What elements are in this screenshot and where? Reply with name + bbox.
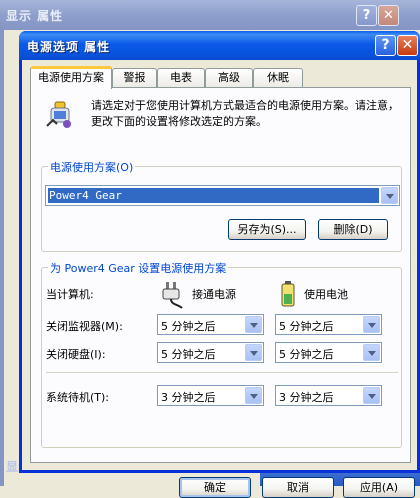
system-standby-battery-select[interactable]: 3 分钟之后 <box>275 385 382 406</box>
system-standby-battery-value: 3 分钟之后 <box>279 391 334 404</box>
hard-disk-off-battery-value: 5 分钟之后 <box>279 348 334 361</box>
power-scheme-icon <box>46 101 71 128</box>
chevron-down-icon[interactable] <box>363 344 380 361</box>
intro-text: 请选定对于您使用计算机方式最适合的电源使用方案。请注意，更改下面的设置将修改选定… <box>91 99 399 128</box>
hard-disk-off-battery-select[interactable]: 5 分钟之后 <box>275 342 382 363</box>
hard-disk-off-label: 关闭硬盘(I): <box>46 348 106 361</box>
battery-icon <box>281 281 295 307</box>
tab-alarms[interactable]: 警报 <box>112 68 157 87</box>
tab-power-schemes[interactable]: 电源使用方案 <box>30 66 112 89</box>
close-icon[interactable]: ✕ <box>378 5 399 26</box>
monitor-off-label: 关闭监视器(M): <box>46 320 123 333</box>
tab-power-meter[interactable]: 电表 <box>157 68 205 87</box>
power-scheme-select[interactable]: Power4 Gear <box>45 185 400 206</box>
monitor-off-ac-value: 5 分钟之后 <box>161 320 216 333</box>
power-scheme-group-label: 电源使用方案(O) <box>48 159 136 175</box>
ac-power-label: 接通电源 <box>192 288 236 301</box>
power-options-dialog: 电源选项 属性 ? ✕ 电源使用方案 警报 电表 高级 休眠 请选定对于您使用计… <box>19 31 420 498</box>
dialog-client-area: 电源使用方案 警报 电表 高级 休眠 请选定对于您使用计算机方式最适合的电源使用… <box>22 60 417 498</box>
system-standby-label: 系统待机(T): <box>46 391 110 404</box>
system-standby-ac-value: 3 分钟之后 <box>161 391 216 404</box>
hard-disk-off-ac-value: 5 分钟之后 <box>161 348 216 361</box>
hard-disk-off-ac-select[interactable]: 5 分钟之后 <box>157 342 264 363</box>
help-icon[interactable]: ? <box>375 35 396 56</box>
battery-power-label: 使用电池 <box>304 288 348 301</box>
settings-separator <box>46 372 398 374</box>
display-properties-title: 显示 属性 <box>6 9 64 23</box>
close-icon[interactable]: ✕ <box>397 35 418 56</box>
power-scheme-group: 电源使用方案(O) Power4 Gear 另存为(S)... 删除(D) <box>41 159 402 252</box>
power-schemes-panel: 请选定对于您使用计算机方式最适合的电源使用方案。请注意，更改下面的设置将修改选定… <box>30 87 411 463</box>
ok-button[interactable]: 确定 <box>179 477 251 498</box>
power-plug-icon <box>162 282 183 309</box>
chevron-down-icon[interactable] <box>363 387 380 404</box>
monitor-off-battery-select[interactable]: 5 分钟之后 <box>275 314 382 335</box>
chevron-down-icon[interactable] <box>363 316 380 333</box>
display-properties-titlebar: 显示 属性 ? ✕ <box>0 0 420 30</box>
delete-button[interactable]: 删除(D) <box>318 219 388 240</box>
apply-button[interactable]: 应用(A) <box>343 477 415 498</box>
monitor-off-ac-select[interactable]: 5 分钟之后 <box>157 314 264 335</box>
dialog-titlebar[interactable]: 电源选项 属性 ? ✕ <box>19 31 420 60</box>
cancel-button[interactable]: 取消 <box>262 477 334 498</box>
system-standby-ac-select[interactable]: 3 分钟之后 <box>157 385 264 406</box>
scheme-settings-group: 为 Power4 Gear 设置电源使用方案 当计算机: 接通电源 使用电池 关… <box>41 260 402 448</box>
monitor-off-battery-value: 5 分钟之后 <box>279 320 334 333</box>
save-as-button[interactable]: 另存为(S)... <box>228 219 306 240</box>
tab-hibernate[interactable]: 休眠 <box>253 68 303 87</box>
tab-advanced[interactable]: 高级 <box>205 68 253 87</box>
help-icon[interactable]: ? <box>356 5 377 26</box>
chevron-down-icon[interactable] <box>381 187 398 204</box>
dialog-title: 电源选项 属性 <box>27 40 111 54</box>
computer-state-label: 当计算机: <box>46 288 94 301</box>
chevron-down-icon[interactable] <box>245 387 262 404</box>
chevron-down-icon[interactable] <box>245 316 262 333</box>
chevron-down-icon[interactable] <box>245 344 262 361</box>
power-scheme-value: Power4 Gear <box>48 188 379 203</box>
window-border <box>0 30 4 486</box>
scheme-settings-group-label: 为 Power4 Gear 设置电源使用方案 <box>48 260 229 276</box>
